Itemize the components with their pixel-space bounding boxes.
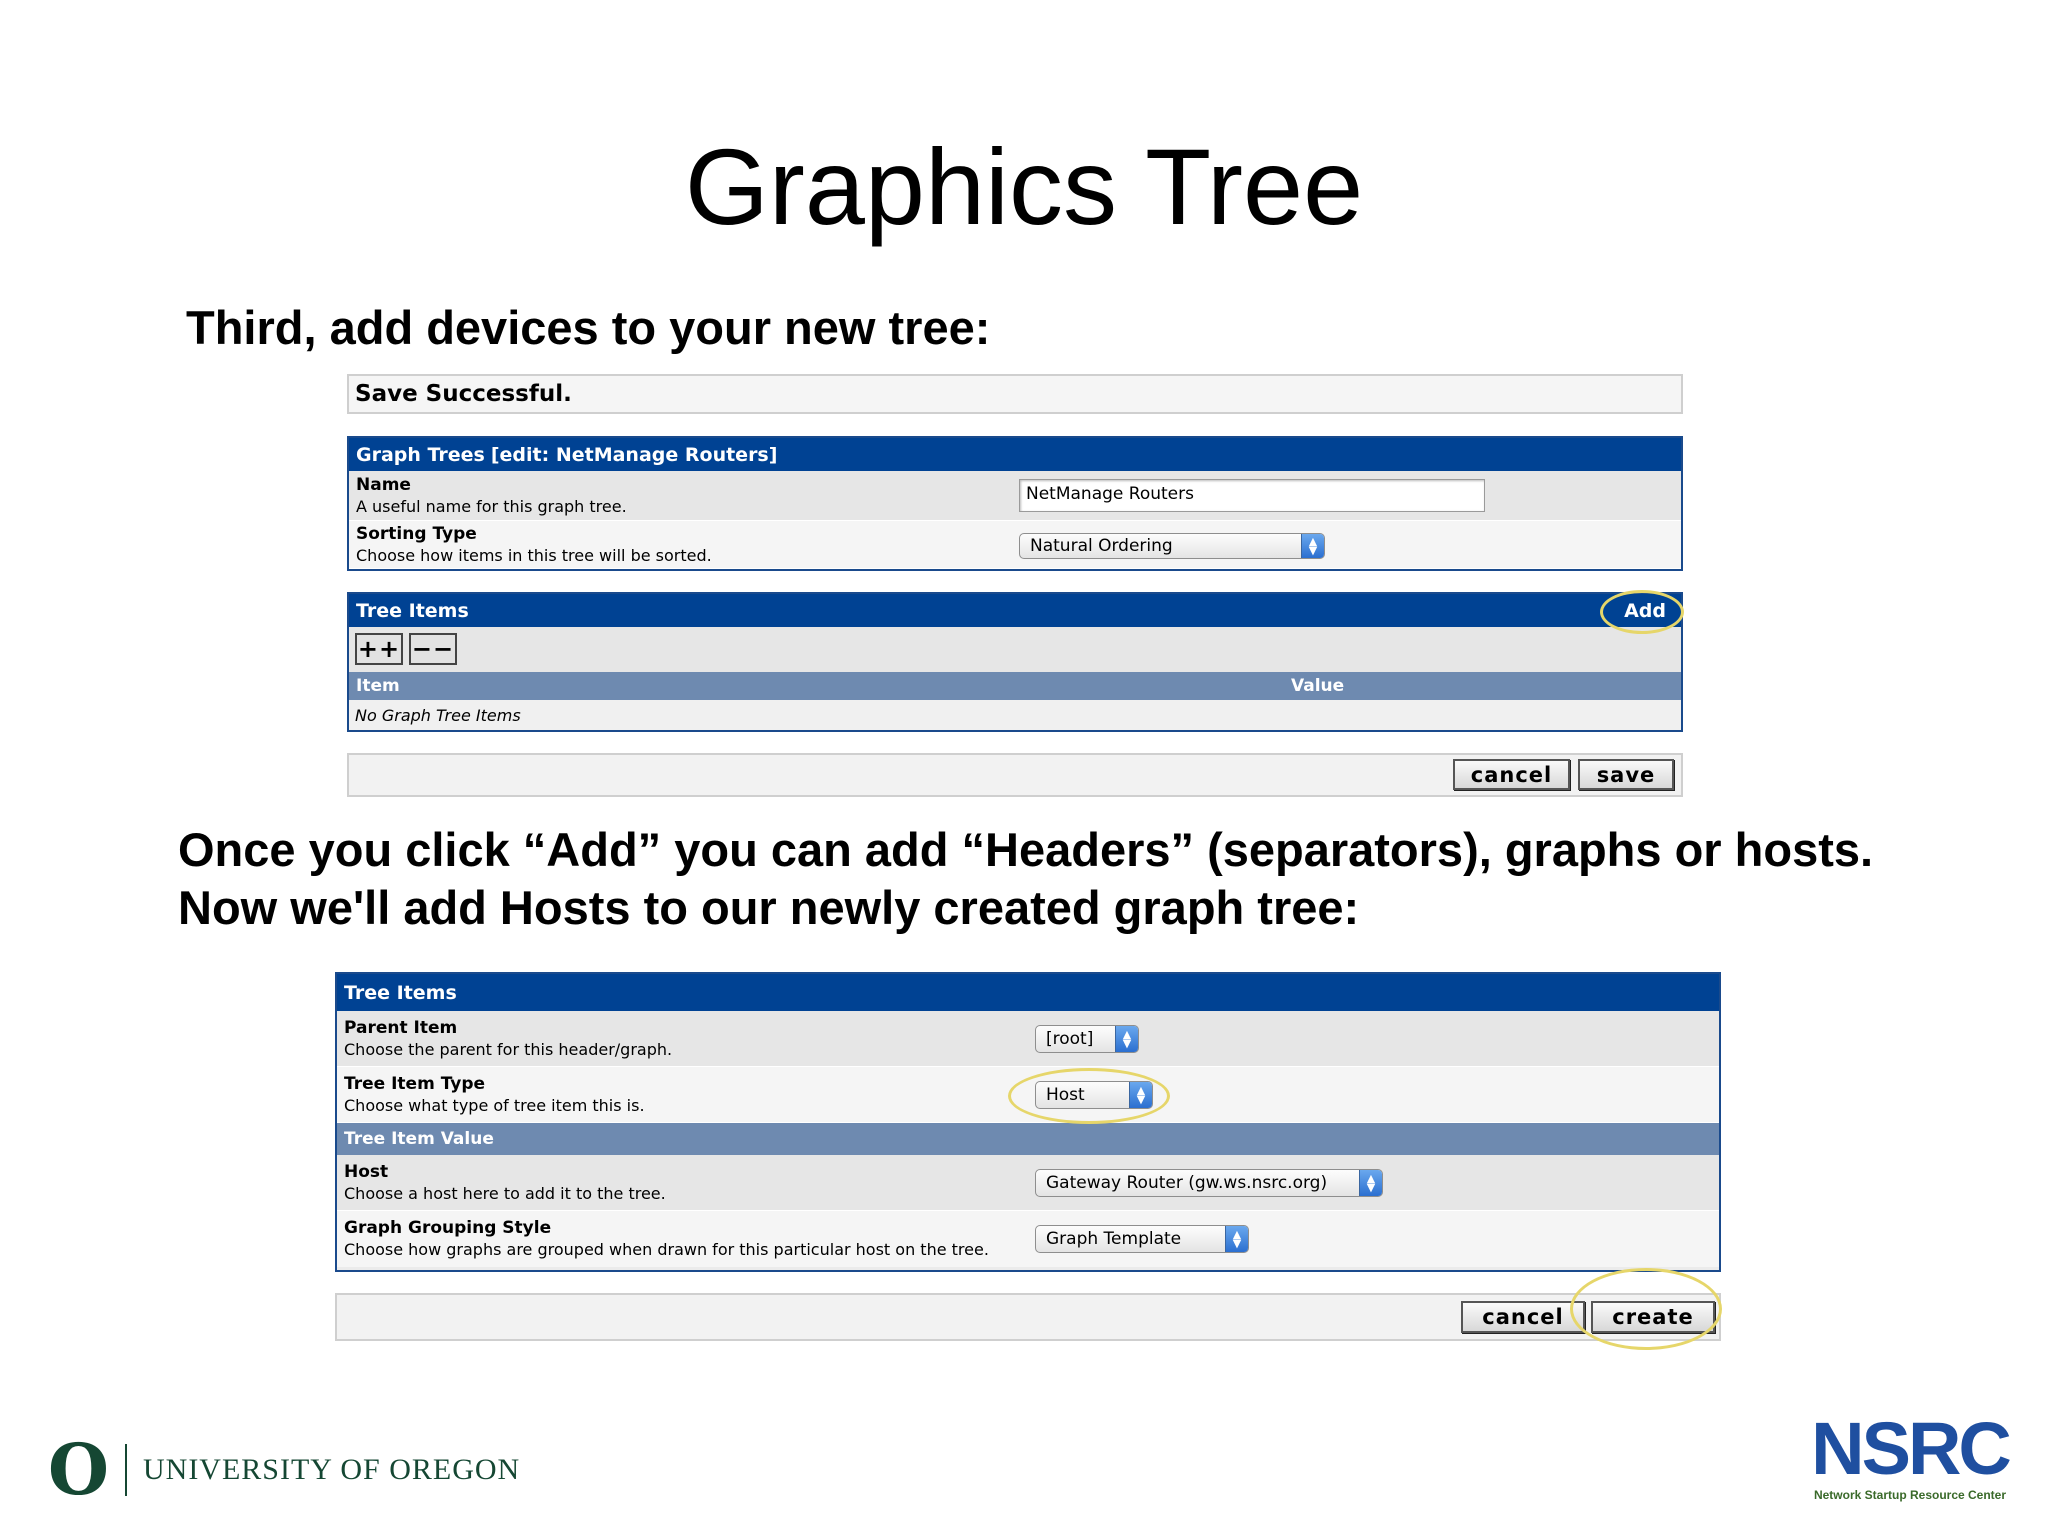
parent-item-description: Choose the parent for this header/graph. [344,1039,673,1059]
graph-grouping-label: Graph Grouping Style [344,1218,552,1238]
instruction-2-line-1: Once you click “Add” you can add “Header… [178,823,1874,876]
university-of-oregon-logo: O UNIVERSITY OF OREGON [48,1435,521,1505]
tree-toolbar: ++ −− [349,627,1681,672]
host-highlight-ring [1008,1068,1170,1124]
collapse-all-button[interactable]: −− [409,633,457,665]
tree-item-value-header: Tree Item Value [337,1123,1719,1155]
column-item: Item [356,676,400,696]
host-description: Choose a host here to add it to the tree… [344,1183,666,1203]
tree-items-header: Tree Items Add [349,594,1681,627]
select-arrows-icon: ▲ ▼ [1115,1026,1138,1052]
expand-all-button[interactable]: ++ [355,633,403,665]
button-bar-1: cancel save [347,753,1683,797]
button-bar-2: cancel create [335,1293,1721,1341]
uo-divider [124,1444,127,1496]
cancel-button[interactable]: cancel [1453,759,1570,790]
graph-grouping-row: Graph Grouping Style Choose how graphs a… [337,1211,1719,1267]
column-value: Value [1291,676,1345,696]
cancel-button-2[interactable]: cancel [1461,1301,1585,1333]
select-arrows-icon: ▲ ▼ [1301,534,1324,558]
instruction-2-line-2: Now we'll add Hosts to our newly created… [178,881,1360,934]
name-input[interactable]: NetManage Routers [1019,479,1485,512]
graph-trees-panel: Graph Trees [edit: NetManage Routers] Na… [347,436,1683,571]
save-button[interactable]: save [1578,759,1674,790]
graph-grouping-value: Graph Template [1046,1229,1182,1249]
parent-item-label: Parent Item [344,1017,458,1038]
host-select[interactable]: Gateway Router (gw.ws.nsrc.org) ▲ ▼ [1035,1169,1383,1197]
host-row: Host Choose a host here to add it to the… [337,1155,1719,1211]
tree-item-type-description: Choose what type of tree item this is. [344,1095,645,1115]
name-label: Name [356,474,411,495]
parent-item-select[interactable]: [root] ▲ ▼ [1035,1025,1139,1053]
tree-item-type-label: Tree Item Type [344,1073,486,1094]
create-highlight-ring [1570,1268,1722,1350]
tree-items-form-header: Tree Items [337,974,1719,1011]
select-arrows-icon: ▲ ▼ [1225,1226,1248,1252]
sorting-select[interactable]: Natural Ordering ▲ ▼ [1019,533,1325,559]
uo-o-logo: O [48,1428,109,1511]
graph-trees-title: Graph Trees [356,443,485,466]
tree-items-form-title: Tree Items [344,981,457,1004]
nsrc-subtitle: Network Startup Resource Center [1813,1488,2007,1502]
sorting-row: Sorting Type Choose how items in this tr… [349,521,1681,569]
select-arrows-icon: ▲ ▼ [1359,1170,1382,1196]
graph-grouping-select[interactable]: Graph Template ▲ ▼ [1035,1225,1249,1253]
save-message-box: Save Successful. [347,374,1683,414]
nsrc-wordmark: NSRC [1811,1407,2012,1490]
parent-item-row: Parent Item Choose the parent for this h… [337,1011,1719,1067]
slide-title: Graphics Tree [684,126,1364,247]
uo-wordmark: UNIVERSITY OF OREGON [142,1453,521,1486]
graph-trees-subtitle: [edit: NetManage Routers] [490,443,778,466]
parent-item-value: [root] [1046,1029,1094,1049]
graph-trees-header: Graph Trees [edit: NetManage Routers] [349,438,1681,471]
tree-items-columns: Item Value [349,672,1681,700]
nsrc-logo: NSRC Network Startup Resource Center [1800,1407,2020,1503]
add-highlight-ring [1600,590,1684,634]
tree-items-form: Tree Items Parent Item Choose the parent… [335,972,1721,1272]
instruction-1: Third, add devices to your new tree: [186,301,991,354]
sorting-label: Sorting Type [356,523,477,544]
sorting-select-value: Natural Ordering [1030,536,1173,556]
sorting-description: Choose how items in this tree will be so… [356,545,712,565]
name-row: Name A useful name for this graph tree. … [349,471,1681,521]
name-description: A useful name for this graph tree. [356,496,627,516]
empty-tree-message: No Graph Tree Items [349,700,1681,730]
tree-items-title: Tree Items [356,599,469,622]
save-message: Save Successful. [355,381,572,407]
tree-items-panel: Tree Items Add ++ −− Item Value No Graph… [347,592,1683,732]
host-label: Host [344,1161,389,1182]
graph-grouping-description: Choose how graphs are grouped when drawn… [344,1240,989,1259]
host-value: Gateway Router (gw.ws.nsrc.org) [1046,1173,1328,1193]
